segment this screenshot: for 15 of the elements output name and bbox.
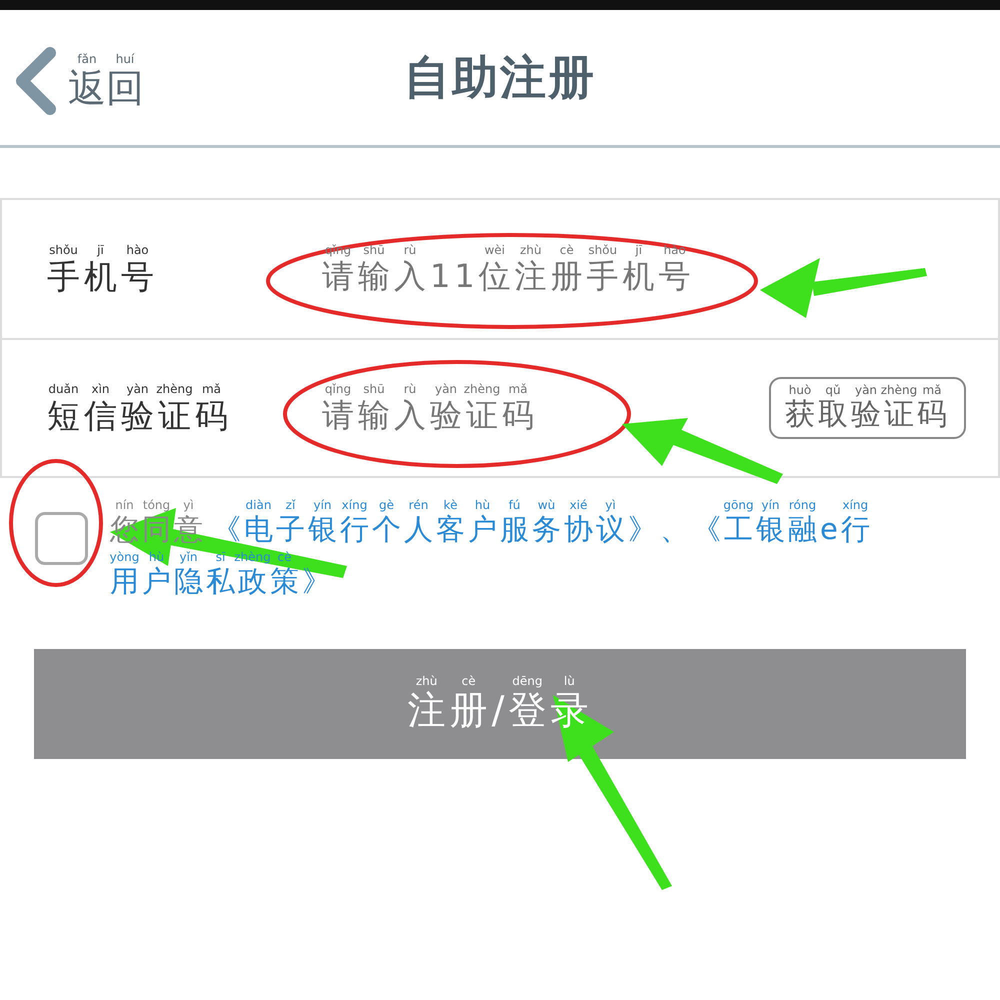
- pinyin-text: qǐng shū rù yàn zhèng mǎ: [324, 382, 529, 398]
- agreement-link[interactable]: 《电子银行个人客户服务协议》、《工银融e行: [212, 513, 873, 546]
- pinyin-text: nín tóng yì: [114, 498, 195, 513]
- field-label: 短信验证码: [47, 396, 232, 434]
- back-button[interactable]: fǎn huí 返回: [14, 46, 144, 116]
- field-label: 手机号: [47, 258, 158, 296]
- pinyin-text: duǎn xìn yàn zhèng mǎ: [47, 382, 222, 397]
- input-placeholder[interactable]: 请输入验证码: [322, 397, 538, 434]
- page-title: 自助注册: [404, 49, 596, 106]
- get-code-button[interactable]: huò qǔ yàn zhèng mǎ 获取验证码: [769, 377, 966, 439]
- pinyin-text: shǒu jī hào: [48, 242, 150, 258]
- pinyin-text: diàn zǐ yín xíng gè rén kè hù fú wù xié yì gōng yín róng xíng: [244, 498, 870, 513]
- checkbox[interactable]: [35, 512, 88, 565]
- agreement-link[interactable]: 用户隐私政策》: [110, 565, 334, 599]
- back-icon: [14, 46, 58, 116]
